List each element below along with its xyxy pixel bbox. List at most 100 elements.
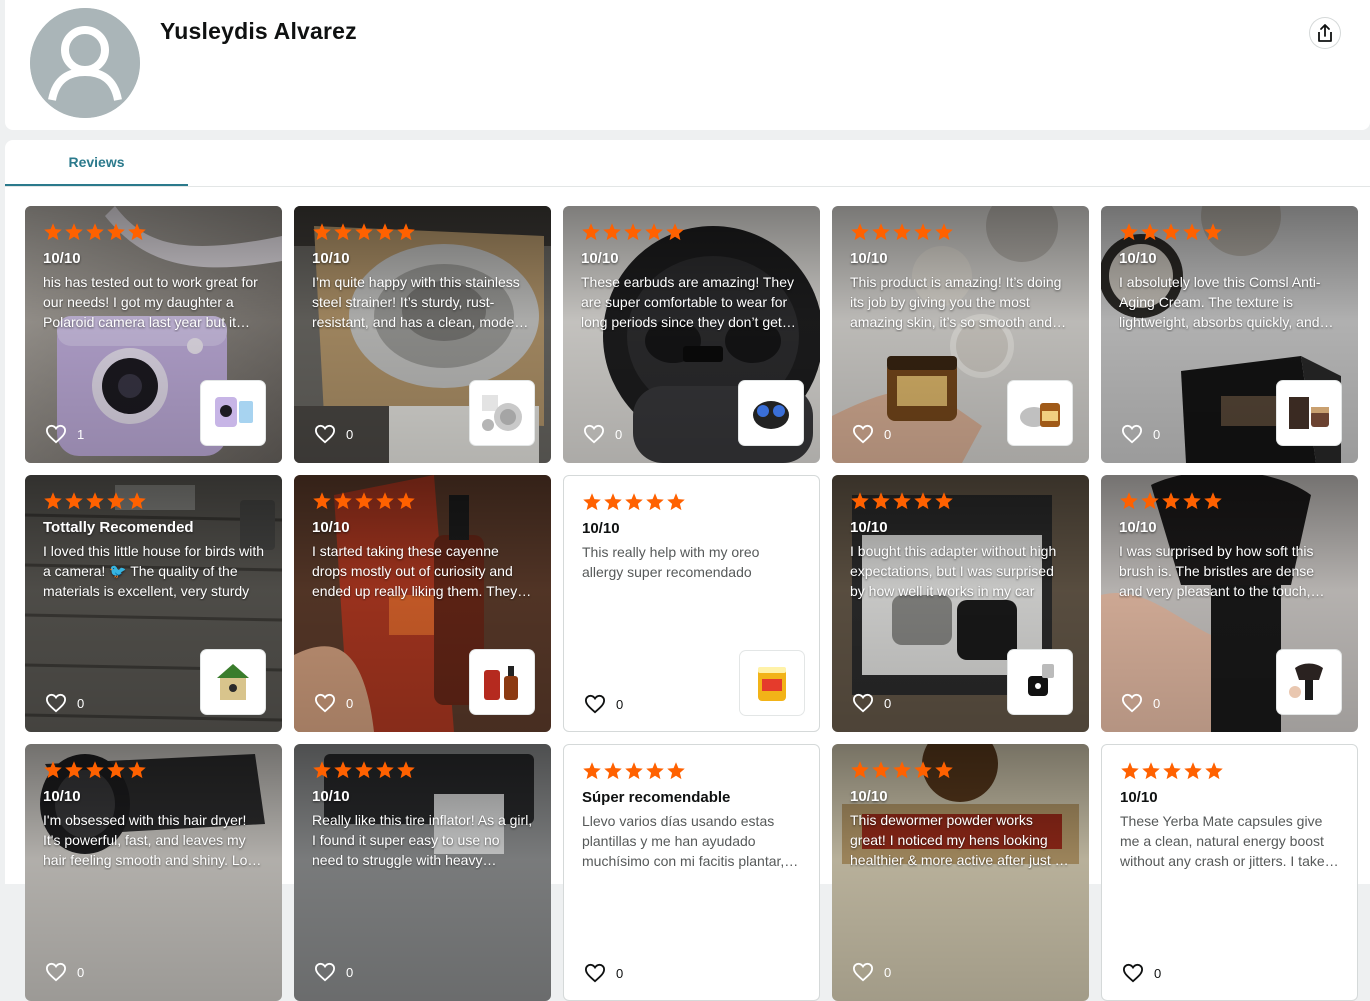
like-button[interactable]: 0 (1122, 963, 1161, 983)
review-card[interactable]: 10/10 These earbuds are amazing! They are… (563, 206, 820, 463)
product-thumbnail[interactable] (1277, 650, 1341, 714)
star-icon (334, 223, 352, 241)
heart-icon (852, 962, 874, 982)
review-card[interactable]: 10/10 This dewormer powder works great! I… (832, 744, 1089, 1001)
star-rating (581, 222, 802, 242)
review-card[interactable]: Tottally Recomended I loved this little h… (25, 475, 282, 732)
star-icon (65, 761, 83, 779)
review-text: These earbuds are amazing! They are supe… (581, 274, 794, 330)
star-icon (86, 761, 104, 779)
star-icon (667, 493, 685, 511)
like-button[interactable]: 0 (583, 424, 622, 444)
review-text: I'm obsessed with this hair dryer! It's … (43, 812, 263, 868)
like-button[interactable]: 1 (45, 424, 84, 444)
star-icon (893, 761, 911, 779)
review-card[interactable]: 10/10 Really like this tire inflator! As … (294, 744, 551, 1001)
review-card[interactable]: 10/10 I started taking these cayenne drop… (294, 475, 551, 732)
review-content: 10/10 These Yerba Mate capsules give me a… (1102, 745, 1357, 1000)
like-count: 0 (77, 964, 85, 980)
review-card[interactable]: 10/10 This product is amazing! It’s doing… (832, 206, 1089, 463)
review-card[interactable]: 10/10 I was surprised by how soft this br… (1101, 475, 1358, 732)
star-rating (43, 760, 264, 780)
product-thumbnail[interactable] (1008, 650, 1072, 714)
review-card[interactable]: 10/10 This really help with my oreo aller… (563, 475, 820, 732)
like-count: 0 (615, 426, 623, 442)
review-title: 10/10 (1120, 789, 1158, 806)
star-icon (1141, 492, 1159, 510)
review-title: 10/10 (1119, 519, 1157, 536)
star-icon (645, 223, 663, 241)
star-icon (376, 761, 394, 779)
star-icon (44, 223, 62, 241)
heart-icon (314, 693, 336, 713)
like-button[interactable]: 0 (1121, 693, 1160, 713)
heart-icon (852, 424, 874, 444)
star-rating (582, 492, 801, 512)
star-icon (355, 492, 373, 510)
star-rating (1120, 761, 1339, 781)
user-silhouette-icon (30, 8, 140, 118)
like-button[interactable]: 0 (584, 694, 623, 714)
like-button[interactable]: 0 (314, 693, 353, 713)
product-thumbnail[interactable] (201, 650, 265, 714)
product-thumbnail[interactable] (470, 650, 534, 714)
review-text: his has tested out to work great for our… (43, 274, 258, 330)
product-thumbnail[interactable] (201, 381, 265, 445)
product-thumbnail[interactable] (740, 651, 804, 715)
review-card[interactable]: 10/10 I absolutely love this Comsl Anti-A… (1101, 206, 1358, 463)
review-card[interactable]: 10/10 I'm obsessed with this hair dryer! … (25, 744, 282, 1001)
star-icon (86, 492, 104, 510)
star-icon (604, 762, 622, 780)
like-count: 0 (884, 426, 892, 442)
like-button[interactable]: 0 (584, 963, 623, 983)
like-count: 0 (77, 695, 85, 711)
star-icon (355, 223, 373, 241)
review-content: Súper recomendable Llevo varios días usan… (564, 745, 819, 1000)
like-button[interactable]: 0 (45, 962, 84, 982)
like-button[interactable]: 0 (852, 424, 891, 444)
like-button[interactable]: 0 (314, 424, 353, 444)
star-icon (397, 492, 415, 510)
star-icon (872, 223, 890, 241)
star-icon (667, 762, 685, 780)
like-button[interactable]: 0 (852, 693, 891, 713)
like-button[interactable]: 0 (314, 962, 353, 982)
review-card[interactable]: 10/10 I’m quite happy with this stainless… (294, 206, 551, 463)
heart-icon (45, 424, 67, 444)
product-thumbnail[interactable] (470, 381, 534, 445)
like-count: 0 (884, 695, 892, 711)
product-thumbnail[interactable] (739, 381, 803, 445)
like-button[interactable]: 0 (1121, 424, 1160, 444)
star-icon (914, 223, 932, 241)
star-icon (397, 761, 415, 779)
share-button[interactable] (1310, 18, 1340, 48)
review-card[interactable]: 10/10 his has tested out to work great fo… (25, 206, 282, 463)
profile-header: Yusleydis Alvarez (5, 0, 1370, 130)
star-icon (1184, 762, 1202, 780)
star-icon (1183, 223, 1201, 241)
like-count: 0 (1153, 426, 1161, 442)
star-icon (334, 761, 352, 779)
review-card[interactable]: Súper recomendable Llevo varios días usan… (563, 744, 820, 1001)
star-icon (914, 492, 932, 510)
star-icon (128, 223, 146, 241)
star-icon (914, 761, 932, 779)
like-button[interactable]: 0 (45, 693, 84, 713)
review-title: 10/10 (43, 788, 81, 805)
star-icon (1162, 492, 1180, 510)
review-card[interactable]: 10/10 These Yerba Mate capsules give me a… (1101, 744, 1358, 1001)
product-thumbnail[interactable] (1277, 381, 1341, 445)
review-grid: 10/10 his has tested out to work great fo… (25, 206, 1358, 1001)
tab-reviews[interactable]: Reviews (5, 140, 188, 186)
like-count: 0 (346, 964, 354, 980)
star-icon (851, 223, 869, 241)
review-card[interactable]: 10/10 I bought this adapter without high … (832, 475, 1089, 732)
avatar[interactable] (30, 8, 140, 118)
review-title: 10/10 (850, 519, 888, 536)
like-button[interactable]: 0 (852, 962, 891, 982)
star-icon (65, 223, 83, 241)
review-title: 10/10 (312, 250, 350, 267)
heart-icon (314, 962, 336, 982)
heart-icon (314, 424, 336, 444)
product-thumbnail[interactable] (1008, 381, 1072, 445)
